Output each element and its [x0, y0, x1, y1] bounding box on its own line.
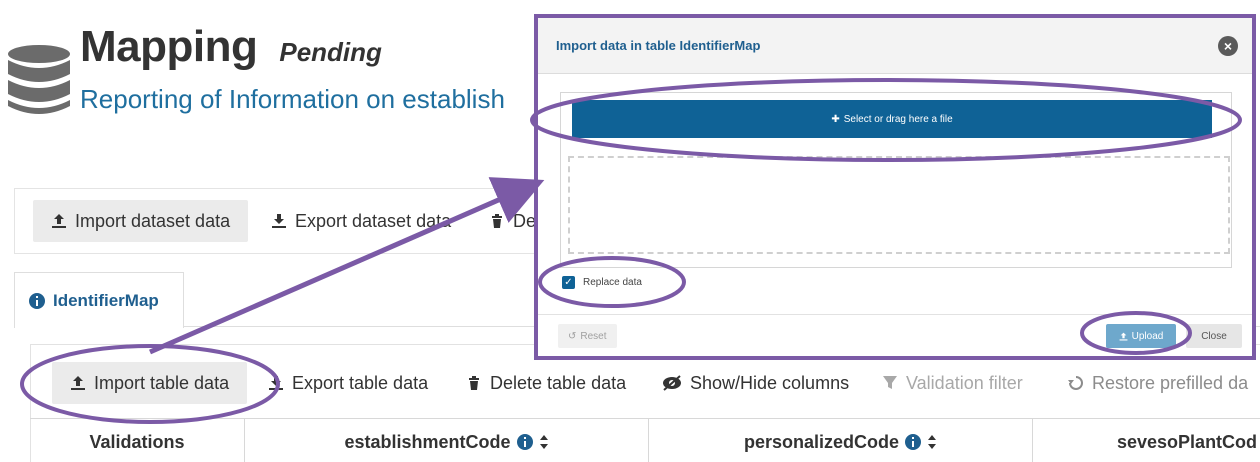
upload-icon — [52, 214, 66, 228]
column-header-label: sevesoPlantCod — [1117, 431, 1258, 452]
eye-slash-icon — [663, 375, 681, 391]
trash-icon — [492, 214, 502, 228]
page-subtitle: Reporting of Information on establish — [80, 84, 505, 114]
column-header-label: Validations — [89, 431, 185, 452]
restore-prefilled-label: Restore prefilled da — [1092, 372, 1249, 393]
info-icon — [29, 292, 45, 309]
delete-dataset-label: De — [513, 210, 537, 231]
reset-button[interactable]: ↺ Reset — [558, 324, 617, 348]
delete-table-label: Delete table data — [490, 372, 627, 393]
reset-label: Reset — [580, 330, 607, 342]
replace-data-checkbox[interactable]: ✓ — [562, 276, 575, 289]
replace-data-row[interactable]: ✓ Replace data — [562, 276, 642, 289]
tab-identifiermap[interactable]: IdentifierMap — [14, 272, 184, 328]
close-icon[interactable]: × — [1218, 36, 1238, 56]
column-header-sevesoplantcode[interactable]: sevesoPlantCod — [1032, 418, 1260, 462]
undo-icon: ↺ — [568, 330, 577, 342]
column-header-personalizedcode[interactable]: personalizedCode — [648, 418, 1032, 462]
tab-label: IdentifierMap — [53, 290, 159, 310]
close-button[interactable]: Close — [1186, 324, 1242, 348]
export-dataset-label: Export dataset data — [295, 210, 452, 231]
restore-prefilled-button[interactable]: Restore prefilled da — [1050, 362, 1260, 404]
show-hide-columns-button[interactable]: Show/Hide columns — [644, 362, 867, 404]
import-modal: Import data in table IdentifierMap × ✚ S… — [534, 14, 1256, 360]
plus-icon: ✚ — [831, 113, 840, 125]
filter-icon — [883, 376, 897, 389]
select-file-button[interactable]: ✚ Select or drag here a file — [572, 100, 1212, 138]
database-icon — [8, 45, 70, 114]
dataset-toolbar: Import dataset data Export dataset data … — [14, 188, 554, 254]
validation-filter-button[interactable]: Validation filter — [864, 362, 1041, 404]
column-header-label: personalizedCode — [743, 431, 900, 452]
upload-label: Upload — [1131, 330, 1164, 342]
export-table-label: Export table data — [292, 372, 429, 393]
info-icon — [516, 434, 533, 450]
status-label: Pending — [279, 37, 382, 67]
download-icon — [269, 376, 283, 390]
modal-header: Import data in table IdentifierMap × — [538, 18, 1252, 74]
modal-footer-divider — [538, 314, 1252, 315]
download-icon — [272, 214, 286, 228]
undo-icon — [1068, 376, 1083, 390]
delete-table-button[interactable]: Delete table data — [448, 362, 644, 404]
upload-button[interactable]: Upload — [1106, 324, 1176, 348]
modal-title: Import data in table IdentifierMap — [556, 38, 761, 53]
info-icon — [905, 434, 922, 450]
import-table-label: Import table data — [94, 372, 230, 393]
file-dropzone[interactable] — [568, 156, 1230, 254]
export-table-button[interactable]: Export table data — [250, 362, 446, 404]
page-title: Mapping — [80, 22, 258, 71]
column-header-establishmentcode[interactable]: establishmentCode — [244, 418, 648, 462]
import-dataset-label: Import dataset data — [75, 210, 231, 231]
sort-icon[interactable] — [539, 434, 549, 450]
close-label: Close — [1201, 330, 1227, 342]
page-title-row: Mapping Pending — [80, 22, 382, 72]
replace-data-label: Replace data — [583, 277, 642, 288]
column-header-label: establishmentCode — [344, 431, 511, 452]
import-table-button[interactable]: Import table data — [52, 362, 248, 404]
sort-icon[interactable] — [927, 434, 937, 450]
select-file-label: Select or drag here a file — [843, 113, 953, 125]
upload-icon — [71, 376, 85, 390]
validation-filter-label: Validation filter — [906, 372, 1023, 393]
show-hide-columns-label: Show/Hide columns — [690, 372, 850, 393]
export-dataset-button[interactable]: Export dataset data — [253, 200, 469, 242]
column-header-validations[interactable]: Validations — [30, 418, 244, 462]
import-dataset-button[interactable]: Import dataset data — [33, 200, 249, 242]
trash-icon — [469, 376, 479, 390]
upload-icon — [1119, 332, 1128, 340]
